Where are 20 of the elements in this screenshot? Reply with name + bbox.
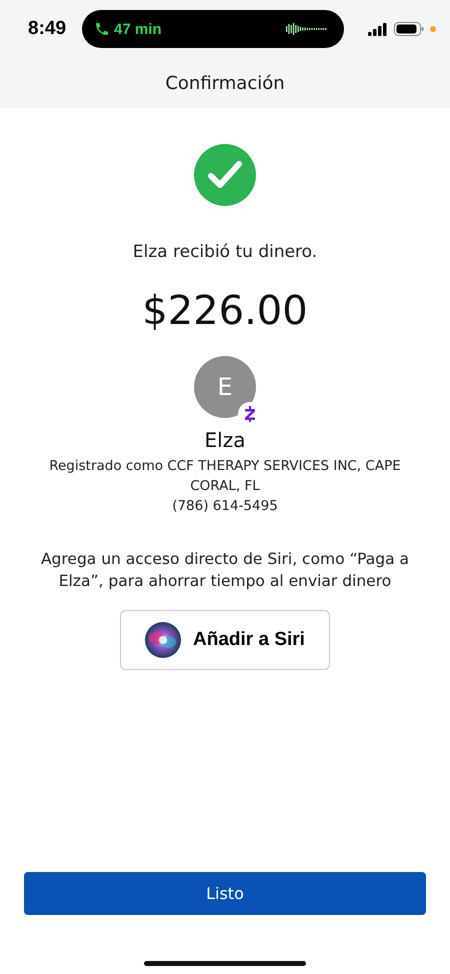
amount: $226.00 <box>142 288 308 334</box>
recipient-name: Elza <box>204 428 246 452</box>
siri-orb-icon <box>145 622 182 658</box>
screen-title: Confirmación <box>165 72 285 94</box>
battery-icon <box>394 22 424 36</box>
avatar: E <box>194 356 256 418</box>
siri-hint: Agrega un acceso directo de Siri, como “Paga a Elza”, para ahorrar tiempo al enviar dinero <box>40 549 410 592</box>
status-time: 8:49 <box>28 18 66 40</box>
phone-number: (786) 614-5495 <box>171 497 279 516</box>
add-to-siri-button[interactable]: Añadir a Siri <box>120 610 330 670</box>
waveform-icon <box>286 23 328 35</box>
call-duration: 47 min <box>114 20 162 38</box>
success-check-icon <box>194 144 256 206</box>
call-pill[interactable]: 47 min <box>82 10 344 48</box>
registered-name: Registrado como CCF THERAPY SERVICES INC, CAPE CORAL, FL <box>48 457 402 496</box>
signal-icon <box>368 22 388 36</box>
confirmation-message: Elza recibió tu dinero. <box>132 242 318 262</box>
done-button[interactable]: Listo <box>24 872 426 915</box>
privacy-dot-icon <box>430 26 436 32</box>
phone-icon <box>94 21 110 37</box>
